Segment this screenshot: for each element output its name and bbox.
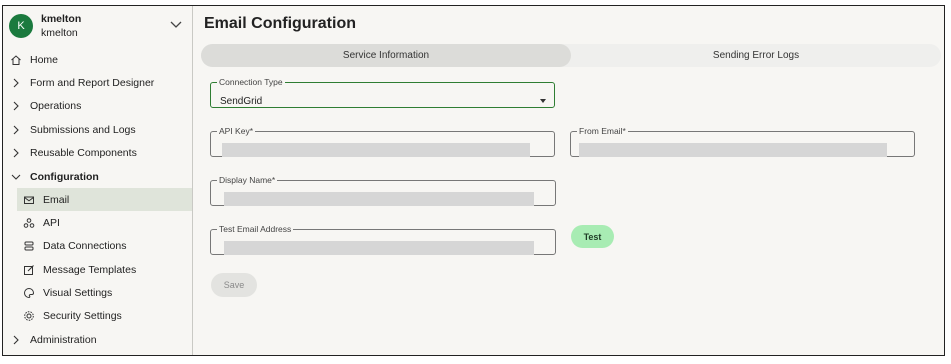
redacted-value: [224, 192, 534, 206]
edit-icon: [24, 264, 34, 275]
sidebar-item-label: Operations: [30, 99, 82, 112]
sidebar-item-home[interactable]: Home: [3, 48, 192, 71]
tab-sending-error-logs[interactable]: Sending Error Logs: [571, 44, 941, 67]
user-menu[interactable]: K kmelton kmelton: [3, 6, 192, 46]
page-title: Email Configuration: [204, 15, 356, 32]
connection-type-value: SendGrid: [220, 96, 263, 107]
sidebar: K kmelton kmelton Home Form and Report D…: [3, 6, 193, 355]
display-name-label: Display Name*: [219, 175, 276, 185]
sidebar-item-reusable-components[interactable]: Reusable Components: [3, 141, 192, 164]
home-icon: [11, 54, 21, 65]
app-window: K kmelton kmelton Home Form and Report D…: [2, 5, 945, 356]
sidebar-item-label: Administration: [30, 333, 97, 346]
sidebar-item-api[interactable]: API: [3, 211, 192, 234]
chevron-down-icon[interactable]: [168, 16, 184, 32]
main-content: Email Configuration Service Information …: [194, 6, 944, 355]
chevron-right-icon: [13, 101, 19, 110]
user-username: kmelton: [41, 27, 78, 39]
test-email-label: Test Email Address: [219, 224, 292, 234]
sidebar-item-label: Configuration: [30, 170, 99, 183]
sidebar-item-label: Security Settings: [43, 309, 122, 322]
display-name-field[interactable]: Display Name*: [210, 176, 556, 206]
tab-service-information[interactable]: Service Information: [201, 44, 571, 67]
sidebar-item-administration[interactable]: Administration: [3, 328, 192, 351]
sidebar-item-label: Reusable Components: [30, 146, 137, 159]
mail-icon: [24, 196, 34, 204]
sidebar-item-form-report-designer[interactable]: Form and Report Designer: [3, 71, 192, 94]
connection-type-label: Connection Type: [219, 77, 283, 87]
redacted-value: [222, 143, 530, 157]
sidebar-item-label: Home: [30, 53, 59, 66]
test-email-field[interactable]: Test Email Address: [210, 225, 556, 255]
chevron-down-icon: [11, 174, 21, 180]
avatar: K: [9, 14, 33, 38]
from-email-label: From Email*: [579, 126, 626, 136]
api-key-field[interactable]: API Key*: [210, 127, 555, 157]
redacted-value: [579, 143, 887, 157]
save-button[interactable]: Save: [211, 273, 257, 297]
palette-icon: [24, 287, 35, 298]
sidebar-item-label: Form and Report Designer: [30, 76, 155, 89]
sidebar-item-label: Message Templates: [43, 263, 137, 276]
database-icon: [24, 241, 34, 250]
sidebar-item-configuration[interactable]: Configuration: [3, 165, 192, 188]
sidebar-item-submissions-logs[interactable]: Submissions and Logs: [3, 118, 192, 141]
chevron-right-icon: [13, 148, 19, 157]
gear-icon: [24, 310, 34, 321]
test-button[interactable]: Test: [571, 225, 614, 248]
sidebar-item-operations[interactable]: Operations: [3, 94, 192, 117]
sidebar-item-message-templates[interactable]: Message Templates: [3, 258, 192, 281]
sidebar-item-security-settings[interactable]: Security Settings: [3, 304, 192, 327]
sidebar-item-label: Submissions and Logs: [30, 123, 136, 136]
redacted-value: [224, 241, 534, 255]
chevron-right-icon: [13, 125, 19, 134]
caret-down-icon: [540, 99, 546, 103]
chevron-right-icon: [13, 78, 19, 87]
connection-type-select[interactable]: Connection Type SendGrid: [210, 78, 555, 108]
chevron-right-icon: [13, 335, 19, 344]
sidebar-item-data-connections[interactable]: Data Connections: [3, 234, 192, 257]
sidebar-item-label: Data Connections: [43, 239, 127, 252]
api-key-label: API Key*: [219, 126, 254, 136]
sidebar-item-label: Email: [43, 193, 70, 206]
user-name: kmelton: [41, 13, 82, 25]
webhook-icon: [23, 217, 35, 228]
sidebar-item-label: API: [43, 216, 60, 229]
tab-bar: Service Information Sending Error Logs: [201, 44, 941, 67]
from-email-field[interactable]: From Email*: [570, 127, 915, 157]
sidebar-item-label: Visual Settings: [43, 286, 113, 299]
sidebar-item-email[interactable]: Email: [17, 188, 192, 211]
sidebar-item-visual-settings[interactable]: Visual Settings: [3, 281, 192, 304]
